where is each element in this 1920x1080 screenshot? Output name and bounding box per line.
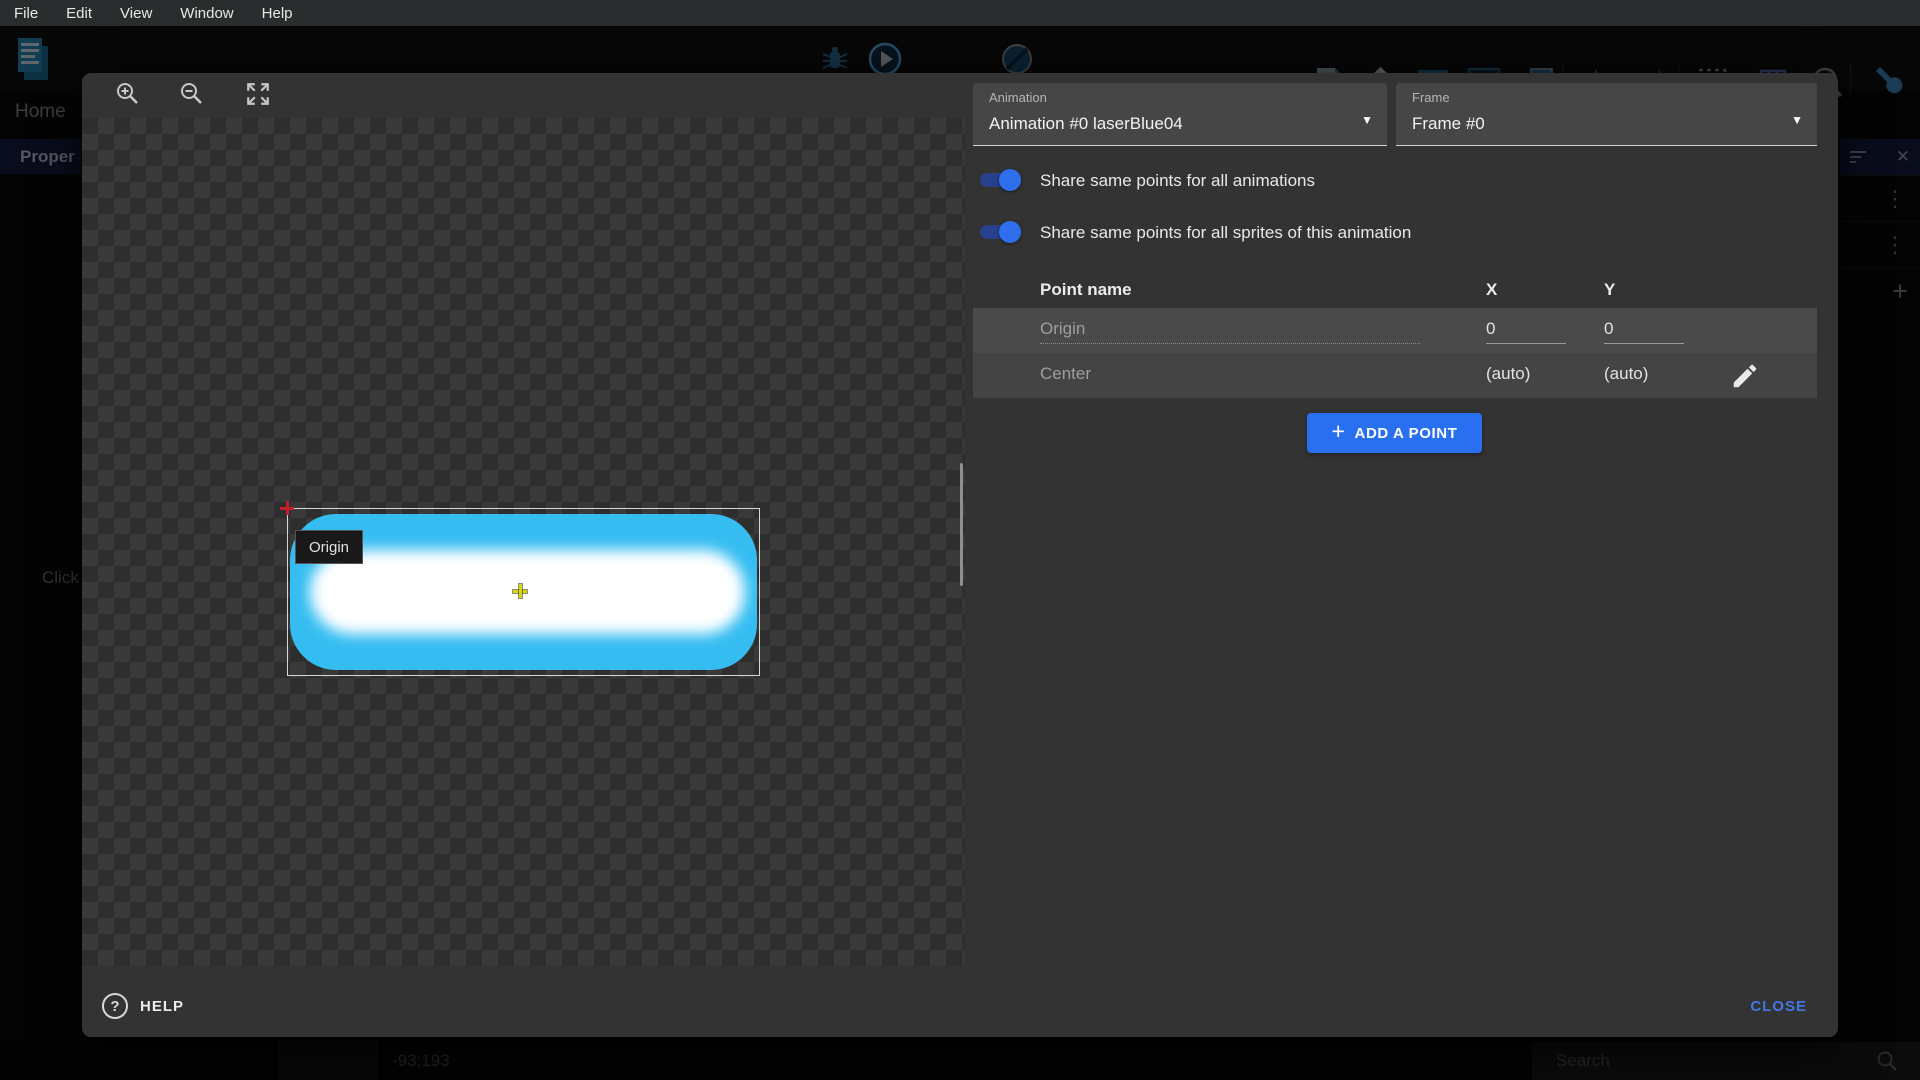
y-header: Y (1604, 280, 1615, 300)
point-y-value: (auto) (1604, 364, 1684, 388)
share-points-all-animations-toggle[interactable] (980, 173, 1018, 187)
toggle-label: Share same points for all sprites of thi… (1040, 223, 1411, 243)
chevron-down-icon: ▼ (1791, 113, 1803, 127)
point-y-field[interactable]: 0 (1604, 319, 1684, 344)
toggle-thumb (999, 169, 1021, 191)
frame-select-label: Frame (1412, 90, 1450, 105)
menu-help[interactable]: Help (248, 0, 307, 26)
edit-points-dialog: Origin Animation Animation #0 laserBlue0… (82, 73, 1838, 1037)
frame-select[interactable]: Frame Frame #0 ▼ (1396, 83, 1817, 146)
point-name-header: Point name (1040, 280, 1132, 300)
share-points-all-sprites-toggle[interactable] (980, 225, 1018, 239)
x-header: X (1486, 280, 1497, 300)
help-icon: ? (102, 993, 128, 1019)
canvas-scrollbar[interactable] (960, 463, 963, 586)
menu-file[interactable]: File (0, 0, 52, 26)
frame-select-value: Frame #0 (1412, 114, 1485, 134)
laser-core-glow (310, 550, 745, 634)
center-point-marker[interactable] (513, 584, 527, 598)
edit-pencil-icon[interactable] (1730, 361, 1760, 391)
question-glyph: ? (110, 998, 119, 1015)
close-button[interactable]: CLOSE (1750, 998, 1807, 1015)
zoom-out-icon[interactable] (179, 81, 205, 107)
toggle-label: Share same points for all animations (1040, 171, 1315, 191)
point-name-label: Center (1040, 364, 1420, 388)
help-button[interactable]: ? HELP (102, 993, 184, 1019)
point-x-value: (auto) (1486, 364, 1566, 388)
zoom-in-icon[interactable] (115, 81, 141, 107)
menu-bar: File Edit View Window Help (0, 0, 1920, 26)
menu-edit[interactable]: Edit (52, 0, 106, 26)
animation-select-label: Animation (989, 90, 1047, 105)
add-a-point-label: ADD A POINT (1355, 425, 1458, 442)
table-row-origin: Origin 0 0 (973, 308, 1817, 353)
point-x-field[interactable]: 0 (1486, 319, 1566, 344)
plus-icon: + (1331, 418, 1345, 445)
menu-window[interactable]: Window (166, 0, 247, 26)
sprite-canvas[interactable]: Origin (82, 118, 965, 966)
origin-point-marker[interactable] (280, 501, 294, 515)
fit-to-screen-icon[interactable] (245, 81, 271, 107)
add-a-point-button[interactable]: + ADD A POINT (1307, 413, 1482, 453)
toggle-thumb (999, 221, 1021, 243)
origin-point-tooltip: Origin (295, 530, 363, 564)
menu-view[interactable]: View (106, 0, 166, 26)
point-name-field[interactable]: Origin (1040, 319, 1420, 344)
animation-select-value: Animation #0 laserBlue04 (989, 114, 1183, 134)
animation-select[interactable]: Animation Animation #0 laserBlue04 ▼ (973, 83, 1387, 146)
table-row-center: Center (auto) (auto) (973, 353, 1817, 398)
chevron-down-icon: ▼ (1361, 113, 1373, 127)
help-label: HELP (140, 998, 184, 1015)
